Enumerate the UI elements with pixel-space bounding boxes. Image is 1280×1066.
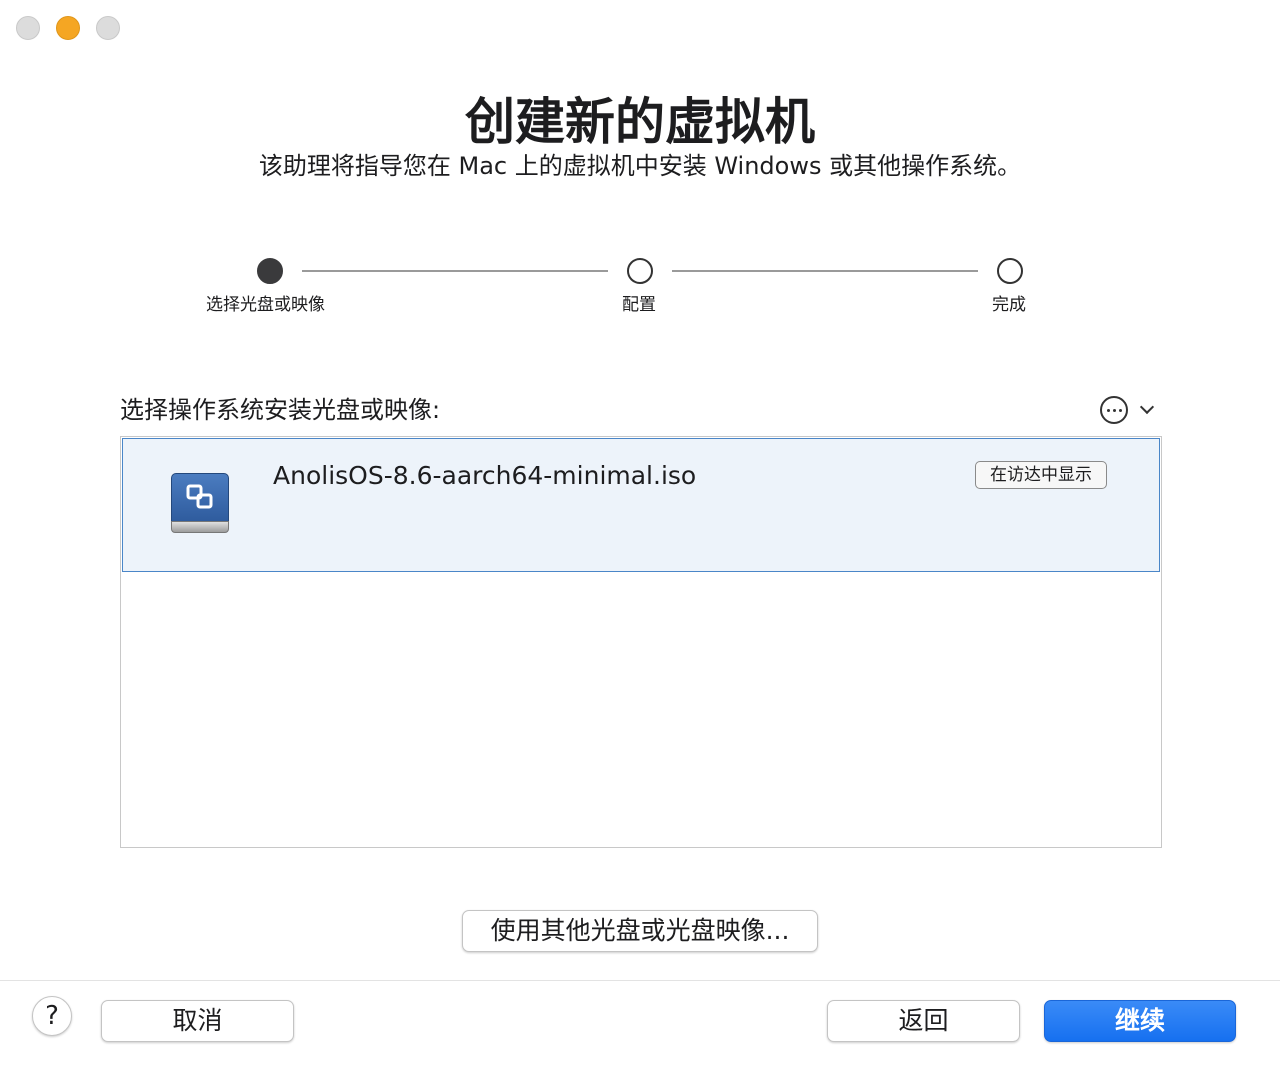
close-window-button[interactable]	[16, 16, 40, 40]
disk-image-icon	[171, 473, 229, 533]
step-label-configure: 配置	[622, 295, 656, 315]
footer-divider	[0, 980, 1280, 981]
help-button[interactable]: ?	[32, 996, 72, 1036]
step-connector	[672, 270, 978, 272]
back-button[interactable]: 返回	[827, 1000, 1020, 1042]
step-connector	[302, 270, 608, 272]
media-list[interactable]: AnolisOS-8.6-aarch64-minimal.iso 在访达中显示	[120, 436, 1162, 848]
show-in-finder-button[interactable]: 在访达中显示	[975, 461, 1107, 489]
step-label-finish: 完成	[992, 295, 1026, 315]
page-title: 创建新的虚拟机	[465, 93, 815, 151]
minimize-window-button[interactable]	[56, 16, 80, 40]
media-file-name: AnolisOS-8.6-aarch64-minimal.iso	[273, 461, 697, 490]
continue-button[interactable]: 继续	[1044, 1000, 1236, 1042]
use-other-disc-button[interactable]: 使用其他光盘或光盘映像...	[462, 910, 818, 952]
step-dot-select-media	[257, 258, 283, 284]
step-indicator: 选择光盘或映像 配置 完成	[0, 258, 1280, 318]
step-label-select-media: 选择光盘或映像	[206, 295, 325, 315]
window-controls	[16, 16, 120, 40]
cancel-button[interactable]: 取消	[101, 1000, 294, 1042]
zoom-window-button[interactable]	[96, 16, 120, 40]
list-item[interactable]: AnolisOS-8.6-aarch64-minimal.iso 在访达中显示	[122, 438, 1160, 572]
page-subtitle: 该助理将指导您在 Mac 上的虚拟机中安装 Windows 或其他操作系统。	[258, 152, 1022, 180]
source-list-label: 选择操作系统安装光盘或映像:	[120, 396, 441, 424]
chevron-down-icon[interactable]	[1142, 400, 1152, 412]
step-dot-configure	[627, 258, 653, 284]
step-dot-finish	[997, 258, 1023, 284]
ellipsis-circle-icon[interactable]	[1100, 396, 1128, 424]
